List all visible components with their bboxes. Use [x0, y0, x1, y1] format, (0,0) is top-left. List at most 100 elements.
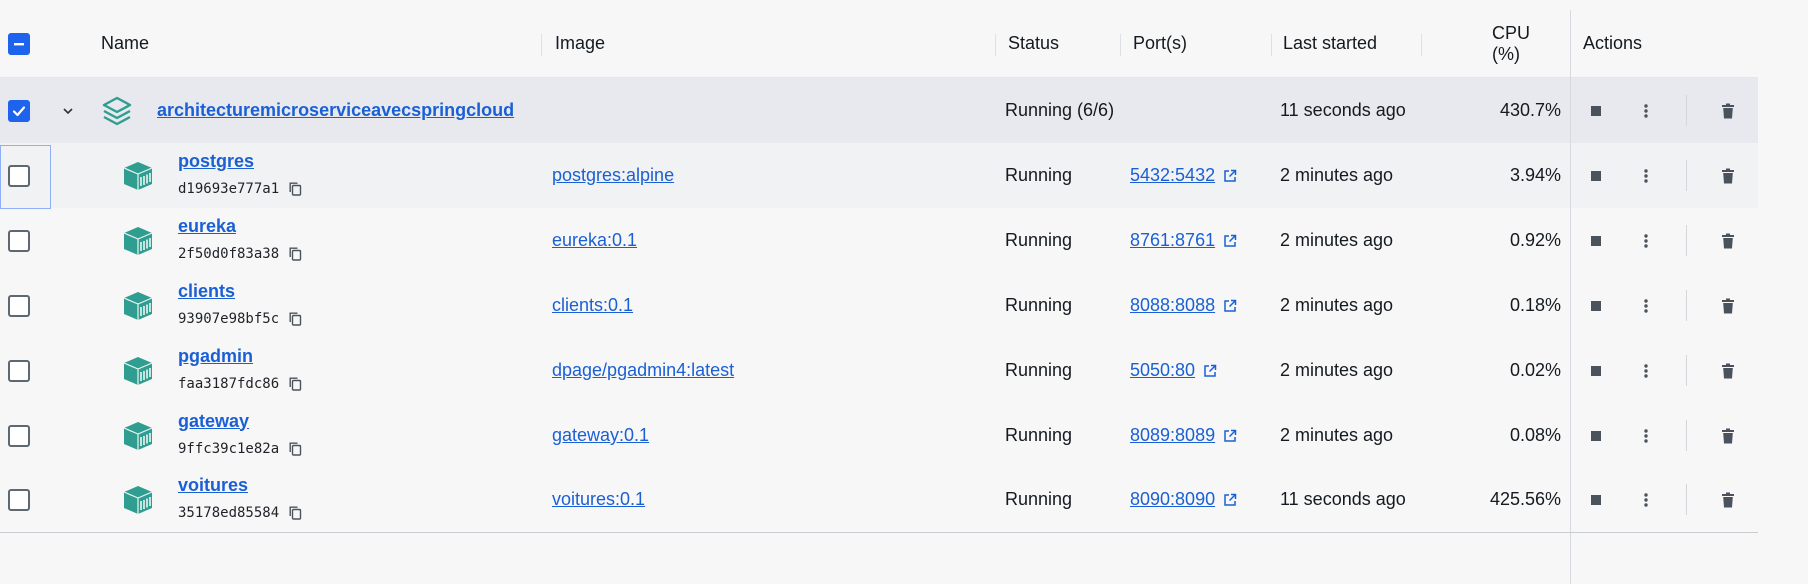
image-cell: eureka:0.1 [552, 208, 637, 273]
more-vertical-icon [1644, 363, 1648, 378]
container-name-block: postgres d19693e777a1 [178, 148, 302, 197]
image-cell: voitures:0.1 [552, 467, 645, 532]
more-button[interactable] [1630, 143, 1662, 208]
delete-button[interactable] [1712, 403, 1744, 468]
compose-group-row[interactable]: architecturemicroserviceavecspringcloud … [0, 78, 1758, 143]
status-text: Running [1005, 489, 1073, 509]
group-last-started: 11 seconds ago [1280, 100, 1406, 120]
delete-button[interactable] [1712, 273, 1744, 338]
external-link-icon[interactable] [1203, 364, 1217, 378]
container-name-link[interactable]: pgadmin [178, 346, 253, 367]
image-link[interactable]: postgres:alpine [552, 165, 674, 186]
more-button[interactable] [1630, 208, 1662, 273]
external-link-icon[interactable] [1223, 299, 1237, 313]
container-row[interactable]: voitures 35178ed85584 voitures:0.1 Running 8… [0, 467, 1758, 532]
port-link[interactable]: 5050:80 [1130, 360, 1195, 381]
row-checkbox[interactable] [8, 229, 30, 252]
expand-toggle[interactable] [60, 78, 76, 143]
copy-icon[interactable] [289, 247, 302, 261]
port-link[interactable]: 8088:8088 [1130, 295, 1215, 316]
column-separator[interactable] [995, 34, 996, 56]
stop-button[interactable] [1580, 338, 1612, 403]
delete-button[interactable] [1712, 338, 1744, 403]
group-delete-button[interactable] [1712, 78, 1744, 143]
external-link-icon[interactable] [1223, 429, 1237, 443]
port-link[interactable]: 8089:8089 [1130, 425, 1215, 446]
copy-icon[interactable] [289, 506, 302, 520]
column-separator[interactable] [1421, 34, 1422, 56]
more-button[interactable] [1630, 403, 1662, 468]
group-cpu: 430.7% [1499, 100, 1561, 120]
actions-column-divider [1570, 10, 1571, 584]
container-cube-icon [123, 161, 153, 190]
external-link-icon[interactable] [1223, 169, 1237, 183]
external-link-icon[interactable] [1223, 234, 1237, 248]
group-more-button[interactable] [1630, 78, 1662, 143]
container-row[interactable]: clients 93907e98bf5c clients:0.1 Running 808… [0, 273, 1758, 338]
copy-icon[interactable] [289, 182, 302, 196]
header-image[interactable]: Image [555, 10, 605, 77]
container-row[interactable]: pgadmin faa3187fdc86 dpage/pgadmin4:latest… [0, 338, 1758, 403]
row-checkbox[interactable] [8, 359, 30, 382]
header-last-started[interactable]: Last started [1283, 10, 1377, 77]
container-name-link[interactable]: voitures [178, 475, 248, 496]
container-name-link[interactable]: eureka [178, 216, 236, 237]
container-name-link[interactable]: clients [178, 281, 235, 302]
column-separator[interactable] [541, 34, 542, 56]
delete-button[interactable] [1712, 208, 1744, 273]
container-row[interactable]: gateway 9ffc39c1e82a gateway:0.1 Running 808… [0, 403, 1758, 468]
more-button[interactable] [1630, 273, 1662, 338]
group-name-link[interactable]: architecturemicroserviceavecspringcloud [157, 100, 514, 121]
row-checkbox[interactable] [8, 424, 30, 447]
stop-button[interactable] [1580, 143, 1612, 208]
copy-icon[interactable] [289, 442, 302, 456]
container-icon-cell [122, 143, 154, 208]
container-name-link[interactable]: gateway [178, 411, 249, 432]
copy-icon[interactable] [289, 377, 302, 391]
column-separator[interactable] [1120, 34, 1121, 56]
group-checkbox[interactable] [8, 99, 30, 122]
image-link[interactable]: voitures:0.1 [552, 489, 645, 510]
header-ports[interactable]: Port(s) [1133, 10, 1187, 77]
container-row[interactable]: eureka 2f50d0f83a38 eureka:0.1 Running 8761:… [0, 208, 1758, 273]
image-link[interactable]: dpage/pgadmin4:latest [552, 360, 734, 381]
header-status[interactable]: Status [1008, 10, 1059, 77]
stop-button[interactable] [1580, 273, 1612, 338]
stop-icon [1591, 300, 1601, 311]
image-link[interactable]: clients:0.1 [552, 295, 633, 316]
delete-button[interactable] [1712, 143, 1744, 208]
header-name[interactable]: Name [101, 10, 149, 77]
image-link[interactable]: eureka:0.1 [552, 230, 637, 251]
header-cpu[interactable]: CPU (%) [1492, 10, 1560, 77]
group-status: Running (6/6) [1005, 100, 1115, 120]
row-checkbox[interactable] [8, 294, 30, 317]
container-name-block: pgadmin faa3187fdc86 [178, 343, 302, 392]
trash-icon [1722, 103, 1734, 118]
action-separator [1686, 160, 1687, 191]
more-button[interactable] [1630, 467, 1662, 532]
more-vertical-icon [1644, 168, 1648, 183]
port-link[interactable]: 8090:8090 [1130, 489, 1215, 510]
container-name-block: eureka 2f50d0f83a38 [178, 213, 302, 262]
port-link[interactable]: 5432:5432 [1130, 165, 1215, 186]
cpu-text: 0.02% [1509, 360, 1561, 380]
stop-icon [1591, 170, 1601, 181]
copy-icon[interactable] [289, 312, 302, 326]
port-link[interactable]: 8761:8761 [1130, 230, 1215, 251]
group-stop-button[interactable] [1580, 78, 1612, 143]
stop-button[interactable] [1580, 208, 1612, 273]
stack-layers-icon [102, 96, 132, 125]
container-name-block: clients 93907e98bf5c [178, 278, 302, 327]
container-row[interactable]: postgres d19693e777a1 postgres:alpine Runni… [0, 143, 1758, 208]
delete-button[interactable] [1712, 467, 1744, 532]
select-all-checkbox[interactable] [8, 32, 30, 55]
column-separator[interactable] [1271, 34, 1272, 56]
stop-button[interactable] [1580, 403, 1612, 468]
stop-button[interactable] [1580, 467, 1612, 532]
row-checkbox[interactable] [8, 488, 30, 511]
container-name-link[interactable]: postgres [178, 151, 254, 172]
image-link[interactable]: gateway:0.1 [552, 425, 649, 446]
external-link-icon[interactable] [1223, 493, 1237, 507]
checkmark-icon [12, 105, 26, 116]
more-button[interactable] [1630, 338, 1662, 403]
